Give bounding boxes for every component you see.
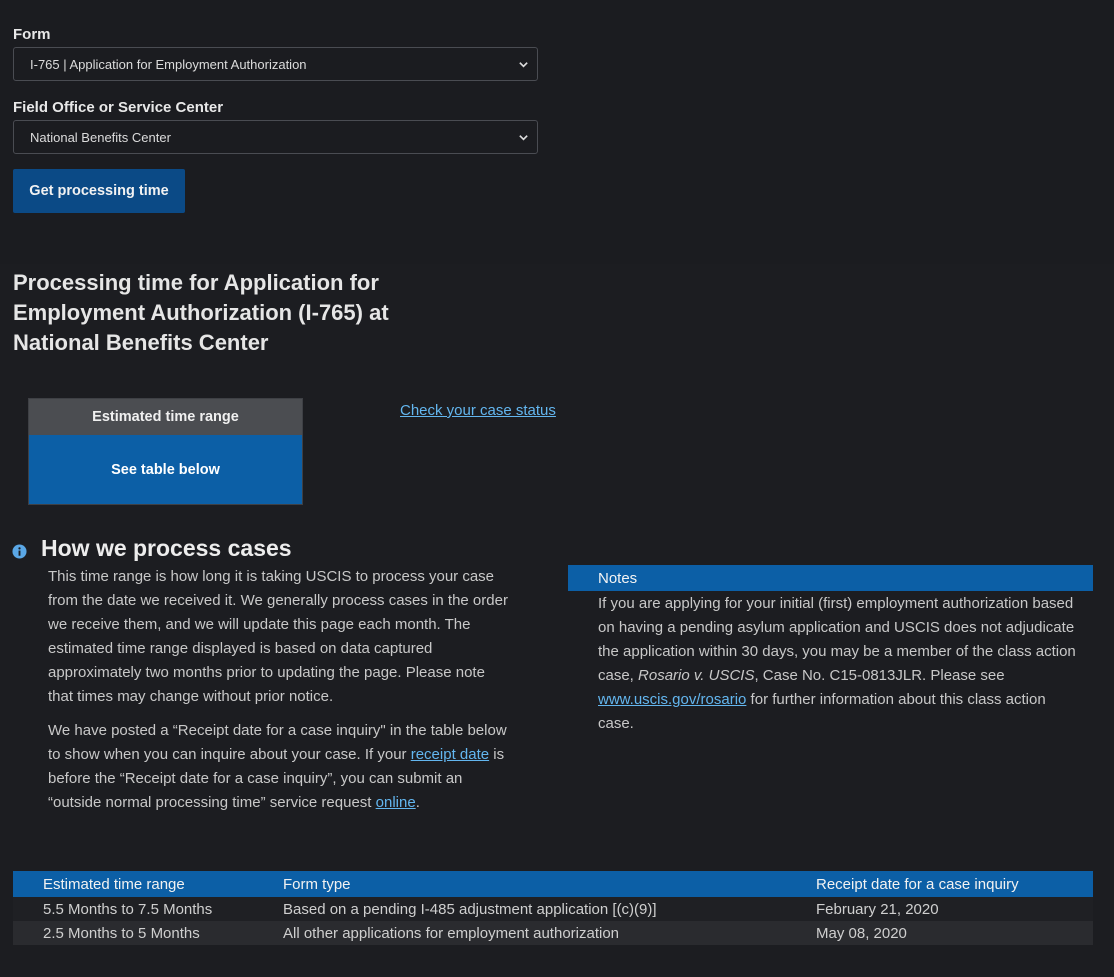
estimated-range-box: Estimated time range See table below: [28, 398, 303, 505]
table-header-cell: Estimated time range: [43, 875, 185, 893]
chevron-down-icon: [519, 135, 528, 141]
range-box-value: See table below: [29, 435, 302, 504]
table-header-row: Estimated time range Form type Receipt d…: [13, 871, 1093, 897]
rosario-link[interactable]: www.uscis.gov/rosario: [598, 691, 746, 708]
notes-body: If you are applying for your initial (fi…: [598, 592, 1078, 736]
form-label: Form: [13, 26, 51, 43]
page-title: Processing time for Application for Empl…: [13, 270, 389, 355]
office-select-value: National Benefits Center: [30, 129, 171, 145]
office-select[interactable]: National Benefits Center: [13, 120, 538, 154]
chevron-down-icon: [519, 62, 528, 68]
table-header-cell: Receipt date for a case inquiry: [816, 875, 1019, 893]
range-box-heading: Estimated time range: [29, 399, 302, 435]
form-select[interactable]: I-765 | Application for Employment Autho…: [13, 47, 538, 81]
table-cell: 5.5 Months to 7.5 Months: [43, 900, 213, 918]
how-we-process-heading: How we process cases: [41, 535, 292, 561]
table-row: 5.5 Months to 7.5 Months Based on a pend…: [13, 897, 1093, 921]
table-row: 2.5 Months to 5 Months All other applica…: [13, 921, 1093, 945]
online-link[interactable]: online: [376, 794, 416, 811]
para2-text-c: .: [415, 794, 420, 811]
how-paragraph-1: This time range is how long it is taking…: [48, 568, 508, 705]
how-paragraph-2: We have posted a “Receipt date for a cas…: [48, 719, 508, 815]
office-label: Field Office or Service Center: [13, 99, 224, 116]
table-cell: May 08, 2020: [816, 924, 907, 942]
receipt-date-link[interactable]: receipt date: [411, 746, 489, 763]
table-cell: February 21, 2020: [816, 900, 939, 918]
table-cell: 2.5 Months to 5 Months: [43, 924, 200, 942]
table-cell: All other applications for employment au…: [283, 924, 620, 942]
info-icon: [12, 544, 27, 559]
table-header-cell: Form type: [283, 875, 351, 893]
table-cell: Based on a pending I-485 adjustment appl…: [283, 900, 657, 918]
get-processing-time-button[interactable]: Get processing time: [13, 169, 185, 213]
processing-time-table: Estimated time range Form type Receipt d…: [13, 871, 1093, 945]
notes-heading: Notes: [568, 565, 1093, 591]
form-select-value: I-765 | Application for Employment Autho…: [30, 56, 307, 72]
notes-text-b: , Case No. C15-0813JLR. Please see: [754, 667, 1005, 684]
check-case-status-link[interactable]: Check your case status: [400, 402, 556, 419]
notes-case-name: Rosario v. USCIS: [638, 667, 755, 684]
